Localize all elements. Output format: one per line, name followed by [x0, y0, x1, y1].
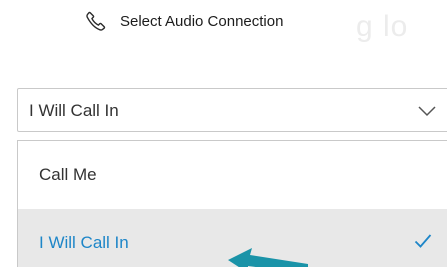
checkmark-icon [414, 233, 432, 249]
chevron-down-icon [418, 104, 436, 117]
audio-connection-select[interactable]: I Will Call In [17, 88, 447, 132]
option-call-me[interactable]: Call Me [18, 141, 447, 207]
audio-connection-panel: g lo Select Audio Connection I Will Call… [0, 0, 447, 267]
annotation-arrow [228, 244, 308, 267]
phone-icon [86, 11, 106, 31]
option-label: I Will Call In [39, 233, 129, 252]
audio-connection-header: Select Audio Connection [86, 8, 283, 34]
audio-connection-select-value: I Will Call In [29, 101, 119, 120]
background-partial-text: g lo [356, 10, 409, 43]
option-label: Call Me [39, 165, 97, 184]
page-title: Select Audio Connection [120, 12, 284, 30]
